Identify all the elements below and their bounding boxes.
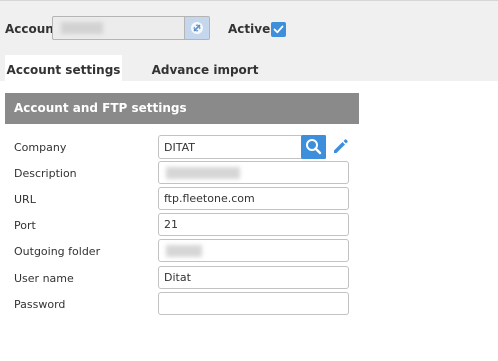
port-field[interactable]	[158, 213, 349, 236]
outgoing-folder-value-blurred	[166, 245, 202, 257]
url-field[interactable]	[158, 187, 349, 210]
active-label: Active	[228, 22, 271, 36]
active-checkbox[interactable]	[271, 22, 286, 37]
port-label: Port	[14, 219, 36, 232]
user-name-field[interactable]	[158, 266, 349, 289]
company-value: DITAT	[164, 141, 195, 154]
pencil-icon[interactable]	[331, 137, 350, 159]
company-search-button[interactable]	[301, 135, 326, 159]
section-title: Account and FTP settings	[5, 93, 359, 124]
account-toolbar: Account Active Account settings Advance …	[0, 0, 498, 107]
user-name-label: User name	[14, 272, 74, 285]
account-value-blurred	[61, 22, 103, 34]
company-label: Company	[14, 141, 67, 154]
tab-advance-import-settings[interactable]: Advance import settings	[128, 55, 282, 107]
description-label: Description	[14, 167, 77, 180]
account-select[interactable]	[52, 16, 210, 40]
password-field[interactable]	[158, 292, 349, 315]
account-lookup-button[interactable]	[184, 17, 209, 39]
description-value-blurred	[166, 167, 240, 179]
password-label: Password	[14, 298, 66, 311]
tab-bar: Account settings Advance import settings	[0, 55, 498, 107]
tab-account-settings[interactable]: Account settings	[5, 55, 122, 83]
company-field[interactable]: DITAT	[158, 135, 326, 159]
outgoing-folder-label: Outgoing folder	[14, 245, 101, 258]
url-label: URL	[14, 193, 36, 206]
